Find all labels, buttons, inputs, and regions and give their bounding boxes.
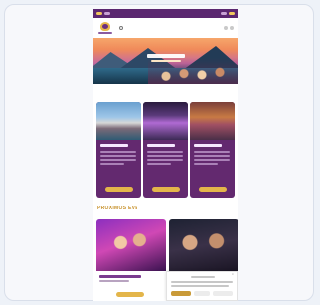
feature-card-title — [100, 144, 128, 147]
feature-card-button[interactable] — [199, 187, 227, 192]
cookie-reject-button[interactable] — [194, 291, 210, 296]
cookie-preferences-button[interactable] — [213, 291, 233, 296]
events-heading: PRÓXIMOS EVENTOS — [97, 206, 137, 211]
feature-card-image — [190, 102, 235, 140]
event-image[interactable] — [169, 219, 238, 271]
site-header — [93, 18, 238, 38]
website-screenshot: PRÓXIMOS EVENTOS × — [93, 9, 238, 301]
menu-icon[interactable] — [230, 26, 234, 30]
cookie-banner: × — [166, 271, 238, 301]
event-button[interactable] — [116, 292, 144, 297]
site-logo[interactable] — [97, 21, 113, 35]
feature-card-button[interactable] — [152, 187, 180, 192]
hero-subtitle — [151, 60, 181, 62]
feature-card — [190, 102, 235, 198]
search-icon[interactable] — [119, 26, 123, 30]
hero-banner — [93, 38, 238, 84]
feature-card — [96, 102, 141, 198]
feature-cards — [96, 102, 235, 198]
top-bar-link[interactable] — [229, 12, 235, 15]
event-title[interactable] — [99, 275, 141, 278]
event-card — [96, 219, 166, 301]
feature-card-title — [147, 144, 175, 147]
top-bar — [93, 9, 238, 18]
close-icon[interactable]: × — [232, 273, 235, 276]
feature-card-title — [194, 144, 222, 147]
event-date — [99, 280, 129, 282]
feature-card — [143, 102, 188, 198]
feature-card-image — [96, 102, 141, 140]
hero-title — [147, 54, 185, 58]
account-icon[interactable] — [224, 26, 228, 30]
feature-card-image — [143, 102, 188, 140]
top-bar-link[interactable] — [96, 12, 102, 15]
cookie-accept-button[interactable] — [171, 291, 191, 296]
event-image[interactable] — [96, 219, 166, 271]
feature-card-button[interactable] — [105, 187, 133, 192]
top-bar-link[interactable] — [221, 12, 227, 15]
top-bar-link[interactable] — [104, 12, 110, 15]
